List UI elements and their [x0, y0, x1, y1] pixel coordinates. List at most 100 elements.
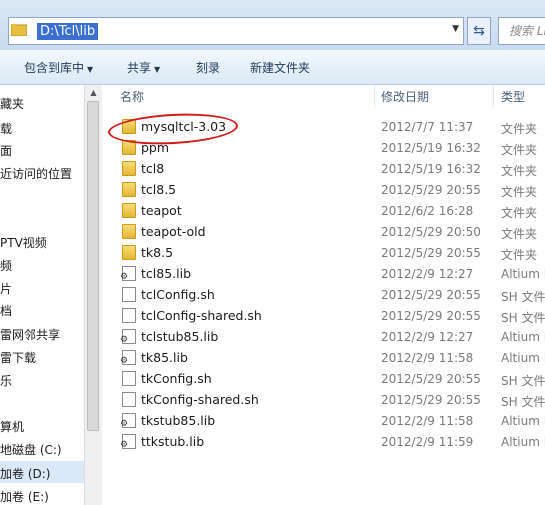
nav-item-pptv-video[interactable]: PTV视频 [0, 234, 47, 251]
file-row[interactable]: tcl85.lib 2012/2/9 12:27 Altium L [102, 263, 545, 284]
file-date: 2012/2/9 12:27 [381, 267, 474, 281]
file-type: 文件夹 [501, 185, 538, 199]
nav-item-recent-places[interactable]: 近访问的位置 [0, 165, 72, 182]
folder-icon [122, 224, 136, 239]
file-name: tkConfig-shared.sh [141, 392, 259, 407]
refresh-icon: ⇆ [473, 23, 485, 39]
file-row[interactable]: tk85.lib 2012/2/9 11:58 Altium L [102, 347, 545, 368]
nav-item-downloads[interactable]: 载 [0, 120, 12, 137]
library-file-icon [120, 329, 136, 345]
file-name: tk8.5 [141, 245, 174, 260]
file-row[interactable]: tkConfig.sh 2012/5/29 20:55 SH 文件 [102, 368, 545, 389]
scrollbar-thumb[interactable] [87, 101, 99, 431]
file-name: ttkstub.lib [141, 434, 205, 449]
file-row[interactable]: tclstub85.lib 2012/2/9 12:27 Altium L [102, 326, 545, 347]
file-type: Altium L [501, 414, 545, 428]
nav-item-volume-d[interactable]: 加卷 (D:) [0, 465, 50, 482]
nav-item-volume-e[interactable]: 加卷 (E:) [0, 488, 49, 505]
file-type: 文件夹 [501, 227, 538, 241]
file-type: SH 文件 [501, 374, 545, 388]
folder-icon [11, 24, 27, 36]
file-name: tkConfig.sh [141, 371, 212, 386]
script-file-icon [122, 371, 136, 386]
burn-button[interactable]: 刻录 [196, 59, 220, 76]
file-name: teapot [141, 203, 182, 218]
file-row[interactable]: ttkstub.lib 2012/2/9 11:59 Altium L [102, 431, 545, 452]
refresh-button[interactable]: ⇆ [467, 17, 491, 45]
navigation-pane: 藏夹 载 面 近访问的位置 PTV视频 频 片 档 雷网邻共享 雷下载 乐 算机… [0, 85, 84, 505]
file-row[interactable]: tk8.5 2012/5/29 20:55 文件夹 [102, 242, 545, 263]
scroll-up-icon[interactable]: ▲ [85, 85, 102, 101]
include-in-library-button[interactable]: 包含到库中 ▼ [24, 59, 93, 76]
folder-icon [122, 161, 136, 176]
file-type: SH 文件 [501, 311, 545, 325]
search-input[interactable]: 搜索 Li [498, 17, 545, 45]
address-path[interactable]: D:\Tcl\lib [37, 23, 99, 40]
file-date: 2012/5/29 20:55 [381, 309, 481, 323]
file-row[interactable]: tkConfig-shared.sh 2012/5/29 20:55 SH 文件 [102, 389, 545, 410]
file-date: 2012/5/29 20:55 [381, 288, 481, 302]
file-row[interactable]: tcl8.5 2012/5/29 20:55 文件夹 [102, 179, 545, 200]
file-name: tk85.lib [141, 350, 188, 365]
folder-icon [122, 182, 136, 197]
file-type: SH 文件 [501, 290, 545, 304]
nav-item-computer[interactable]: 算机 [0, 418, 24, 435]
file-row[interactable]: tclConfig-shared.sh 2012/5/29 20:55 SH 文件 [102, 305, 545, 326]
file-date: 2012/5/29 20:50 [381, 225, 481, 239]
nav-item-pictures[interactable]: 片 [0, 280, 12, 297]
library-file-icon [120, 350, 136, 366]
column-header-date[interactable]: 修改日期 [381, 88, 429, 105]
column-header-name[interactable]: 名称 [120, 88, 144, 105]
file-type: 文件夹 [501, 248, 538, 262]
file-name: tkstub85.lib [141, 413, 216, 428]
column-header-type[interactable]: 类型 [501, 88, 525, 105]
file-name: tcl8.5 [141, 182, 177, 197]
file-date: 2012/2/9 12:27 [381, 330, 474, 344]
library-file-icon [120, 413, 136, 429]
file-type: Altium L [501, 330, 545, 344]
nav-item-music[interactable]: 乐 [0, 372, 12, 389]
nav-item-local-disk-c[interactable]: 地磁盘 (C:) [0, 441, 62, 458]
file-date: 2012/5/29 20:55 [381, 246, 481, 260]
file-row[interactable]: tclConfig.sh 2012/5/29 20:55 SH 文件 [102, 284, 545, 305]
file-type: 文件夹 [501, 143, 538, 157]
file-name: tclstub85.lib [141, 329, 219, 344]
nav-item-favorites[interactable]: 藏夹 [0, 95, 24, 112]
file-type: 文件夹 [501, 206, 538, 220]
file-date: 2012/7/7 11:37 [381, 120, 474, 134]
file-row[interactable]: teapot 2012/6/2 16:28 文件夹 [102, 200, 545, 221]
file-type: SH 文件 [501, 395, 545, 409]
file-date: 2012/5/19 16:32 [381, 162, 481, 176]
chevron-down-icon[interactable]: ▼ [452, 24, 459, 34]
folder-icon [122, 203, 136, 218]
file-list: 名称 修改日期 类型 mysqltcl-3.03 2012/7/7 11:37 文件… [102, 85, 545, 505]
file-date: 2012/5/29 20:55 [381, 393, 481, 407]
file-date: 2012/5/29 20:55 [381, 183, 481, 197]
new-folder-button[interactable]: 新建文件夹 [250, 59, 310, 76]
share-button[interactable]: 共享 ▼ [127, 59, 160, 76]
file-date: 2012/5/29 20:55 [381, 372, 481, 386]
file-row[interactable]: tcl8 2012/5/19 16:32 文件夹 [102, 158, 545, 179]
address-bar-area: D:\Tcl\lib ▼ ⇆ 搜索 Li [0, 0, 545, 50]
nav-item-desktop[interactable]: 面 [0, 142, 12, 159]
column-divider[interactable] [493, 85, 494, 107]
file-date: 2012/2/9 11:59 [381, 435, 474, 449]
nav-item-xunlei-share[interactable]: 雷网邻共享 [0, 326, 60, 343]
script-file-icon [122, 287, 136, 302]
column-divider[interactable] [374, 85, 375, 107]
chevron-down-icon: ▼ [87, 65, 94, 74]
address-input[interactable]: D:\Tcl\lib ▼ [8, 17, 464, 45]
file-date: 2012/5/19 16:32 [381, 141, 481, 155]
nav-item-xunlei-download[interactable]: 雷下载 [0, 349, 36, 366]
script-file-icon [122, 392, 136, 407]
file-row[interactable]: tkstub85.lib 2012/2/9 11:58 Altium L [102, 410, 545, 431]
file-row[interactable]: teapot-old 2012/5/29 20:50 文件夹 [102, 221, 545, 242]
nav-item-documents[interactable]: 档 [0, 302, 12, 319]
file-date: 2012/2/9 11:58 [381, 351, 474, 365]
folder-icon [122, 245, 136, 260]
nav-item-videos[interactable]: 频 [0, 257, 12, 274]
file-type: 文件夹 [501, 164, 538, 178]
navigation-scrollbar[interactable]: ▲ [84, 85, 102, 505]
library-file-icon [120, 434, 136, 450]
file-name: tcl8 [141, 161, 165, 176]
